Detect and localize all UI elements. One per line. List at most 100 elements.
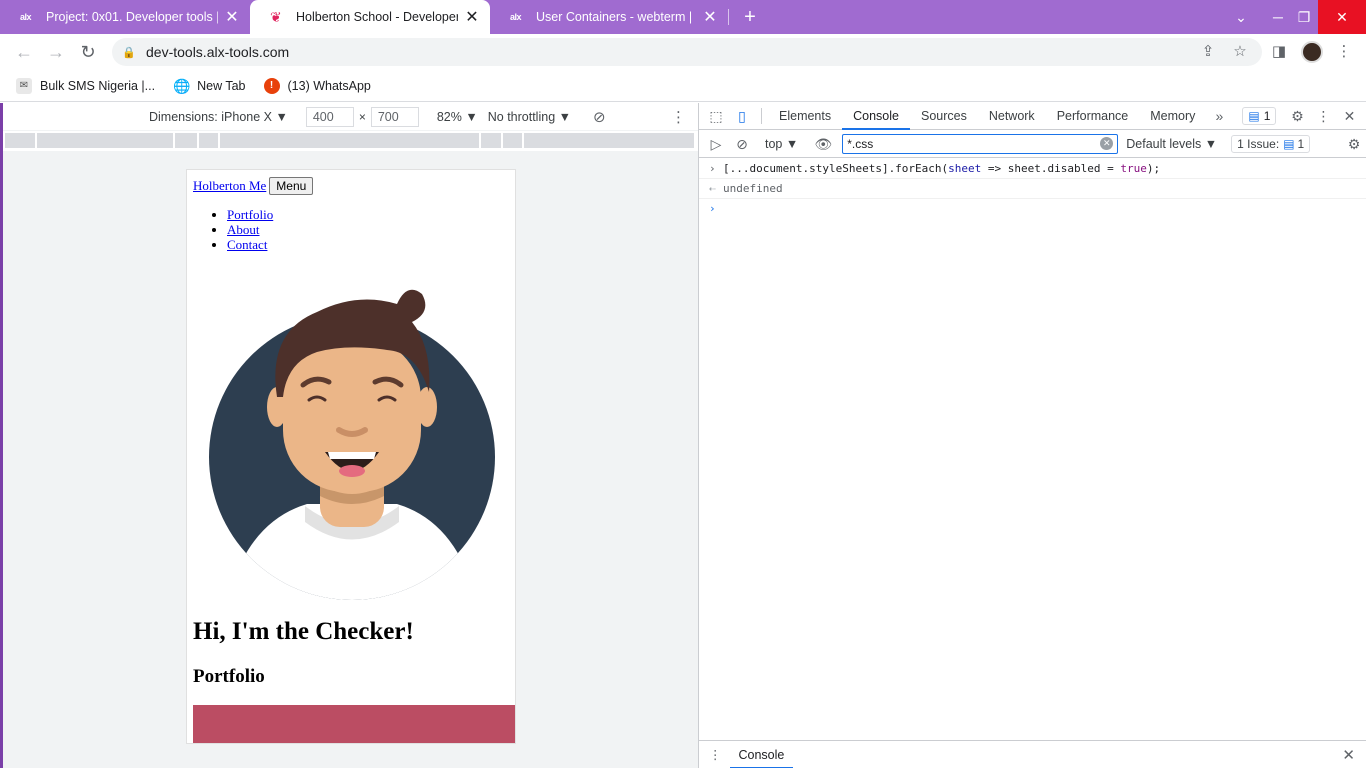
page-menu-list: Portfolio About Contact (227, 207, 273, 252)
console-input-line: › [...document.styleSheets].forEach(shee… (699, 159, 1366, 179)
console-result: undefined (723, 182, 783, 195)
zoom-select[interactable]: 82% ▼ (437, 110, 478, 124)
new-tab-button[interactable]: + (738, 4, 762, 30)
list-item: About (227, 222, 273, 237)
inspect-element-icon[interactable]: ⬚ (703, 103, 729, 130)
bookmark-whatsapp[interactable]: ! (13) WhatsApp (263, 77, 371, 94)
messages-badge[interactable]: ▤ 1 (1242, 107, 1277, 125)
console-prompt[interactable]: › (699, 199, 1366, 218)
tab-separator (728, 9, 729, 25)
zoom-label: 82% (436, 109, 462, 124)
back-button[interactable]: ← (12, 40, 36, 64)
tab-strip: alx Project: 0x01. Developer tools | Lag… (0, 0, 1366, 34)
more-menu-icon[interactable]: ⋮ (1334, 42, 1354, 62)
console-result-line: ⇠ undefined (699, 179, 1366, 199)
clear-console-icon[interactable]: ⊘ (729, 131, 755, 158)
message-icon: ▤ (1248, 109, 1260, 123)
console-filter-bar: ▷ ⊘ top ▼ 👁 *.css ✕ Default levels ▼ 1 I… (699, 131, 1366, 158)
bookmark-new-tab[interactable]: 🌐 New Tab (173, 78, 245, 94)
tab-performance[interactable]: Performance (1046, 103, 1140, 130)
bookmark-label: (13) WhatsApp (287, 78, 371, 93)
drawer-console-tab[interactable]: Console (729, 741, 794, 768)
reload-button[interactable]: ↻ (76, 40, 100, 64)
bookmark-label: Bulk SMS Nigeria |... (40, 78, 156, 93)
devtools-tabbar: ⬚ ▯ Elements Console Sources Network Per… (699, 103, 1366, 130)
rotate-icon[interactable]: ⊘ (593, 108, 606, 126)
close-drawer-icon[interactable]: ✕ (1342, 746, 1355, 764)
live-expression-eye-icon[interactable]: 👁 (810, 131, 836, 158)
alx-icon: alx (20, 12, 32, 22)
tab-project-devtools[interactable]: alx Project: 0x01. Developer tools | Lag… (0, 0, 250, 34)
tab-console[interactable]: Console (842, 103, 910, 130)
close-devtools-icon[interactable]: ✕ (1336, 103, 1362, 130)
address-bar[interactable]: 🔒 dev-tools.alx-tools.com (112, 38, 1262, 66)
height-input[interactable]: 700 (370, 106, 419, 127)
issue-icon: ▤ (1283, 137, 1295, 151)
tab-elements[interactable]: Elements (768, 103, 842, 130)
console-filter-input[interactable]: *.css ✕ (842, 134, 1119, 154)
url-text: dev-tools.alx-tools.com (146, 44, 290, 60)
devtools-more-icon[interactable]: ⋮ (1310, 103, 1336, 130)
forward-button[interactable]: → (44, 40, 68, 64)
issues-count: 1 (1297, 137, 1305, 151)
close-icon[interactable]: ✕ (224, 7, 240, 27)
avatar[interactable] (1301, 41, 1323, 63)
tab-title: Holberton School - Developer tools (296, 10, 458, 24)
tab-separator (761, 108, 762, 124)
device-select[interactable]: Dimensions: iPhone X ▼ (149, 110, 288, 124)
console-settings-icon[interactable]: ⚙ (1341, 131, 1366, 158)
side-panel-icon[interactable]: ◨ (1269, 42, 1289, 62)
device-more-icon[interactable]: ⋮ (671, 108, 686, 126)
menu-button[interactable]: Menu (269, 177, 314, 195)
restore-button[interactable]: ❐ (1292, 0, 1316, 34)
context-select[interactable]: top ▼ (765, 137, 798, 151)
sidebar-toggle-icon[interactable]: ▷ (703, 131, 729, 158)
drawer-menu-icon[interactable]: ⋮ (709, 747, 722, 762)
clear-filter-icon[interactable]: ✕ (1100, 137, 1114, 150)
brand-link[interactable]: Holberton Me (193, 178, 266, 194)
issues-badge[interactable]: 1 Issue: ▤ 1 (1231, 135, 1311, 153)
tab-network[interactable]: Network (978, 103, 1046, 130)
portfolio-block (193, 705, 515, 743)
media-query-ruler[interactable] (3, 131, 698, 151)
settings-gear-icon[interactable]: ⚙ (1284, 103, 1310, 130)
close-window-button[interactable]: ✕ (1318, 0, 1366, 34)
levels-select[interactable]: Default levels ▼ (1126, 137, 1217, 151)
tab-holberton-devtools[interactable]: ❦ Holberton School - Developer tools ✕ (250, 0, 490, 34)
bookmark-bulk-sms[interactable]: ✉ Bulk SMS Nigeria |... (16, 77, 156, 94)
share-icon[interactable]: ⇪ (1198, 42, 1218, 62)
minimize-button[interactable]: ─ (1266, 0, 1290, 34)
tab-user-containers[interactable]: alx User Containers - webterm | Lagos ✕ (490, 0, 728, 34)
about-link[interactable]: About (227, 222, 260, 237)
issues-label: 1 Issue: (1237, 137, 1280, 151)
holberton-logo-icon: ❦ (270, 8, 282, 25)
message-count: 1 (1263, 109, 1271, 123)
input-chevron-icon: › (709, 162, 716, 175)
device-label: Dimensions: iPhone X (149, 109, 272, 124)
tab-memory[interactable]: Memory (1139, 103, 1206, 130)
close-icon[interactable]: ✕ (702, 7, 718, 27)
tab-search-icon[interactable]: ⌄ (1228, 0, 1254, 34)
device-emulation-pane: Dimensions: iPhone X ▼ 400 × 700 82% ▼ N… (0, 103, 698, 768)
close-icon[interactable]: ✕ (464, 7, 480, 27)
tab-title: Project: 0x01. Developer tools | Lagos (46, 10, 218, 24)
devtools-drawer: ⋮ Console ✕ (699, 740, 1366, 768)
width-input[interactable]: 400 (305, 106, 354, 127)
avatar-illustration (209, 289, 495, 600)
result-arrow-icon: ⇠ (709, 182, 716, 195)
more-tabs-icon[interactable]: » (1206, 103, 1232, 130)
throttling-label: No throttling (487, 109, 556, 124)
globe-icon: 🌐 (173, 77, 191, 94)
devtools-panel: ⬚ ▯ Elements Console Sources Network Per… (698, 103, 1366, 768)
tab-sources[interactable]: Sources (910, 103, 978, 130)
console-output[interactable]: › [...document.styleSheets].forEach(shee… (699, 159, 1366, 218)
throttling-select[interactable]: No throttling ▼ (488, 110, 571, 124)
console-command: [...document.styleSheets].forEach(sheet … (723, 162, 1161, 175)
bookmark-star-icon[interactable]: ☆ (1230, 42, 1250, 62)
portfolio-link[interactable]: Portfolio (227, 207, 273, 222)
sms-icon: ✉ (16, 77, 32, 94)
contact-link[interactable]: Contact (227, 237, 267, 252)
device-toggle-icon[interactable]: ▯ (729, 103, 755, 130)
page-nav: Holberton Me Menu (193, 177, 314, 195)
page-subheading: Portfolio (193, 666, 265, 687)
